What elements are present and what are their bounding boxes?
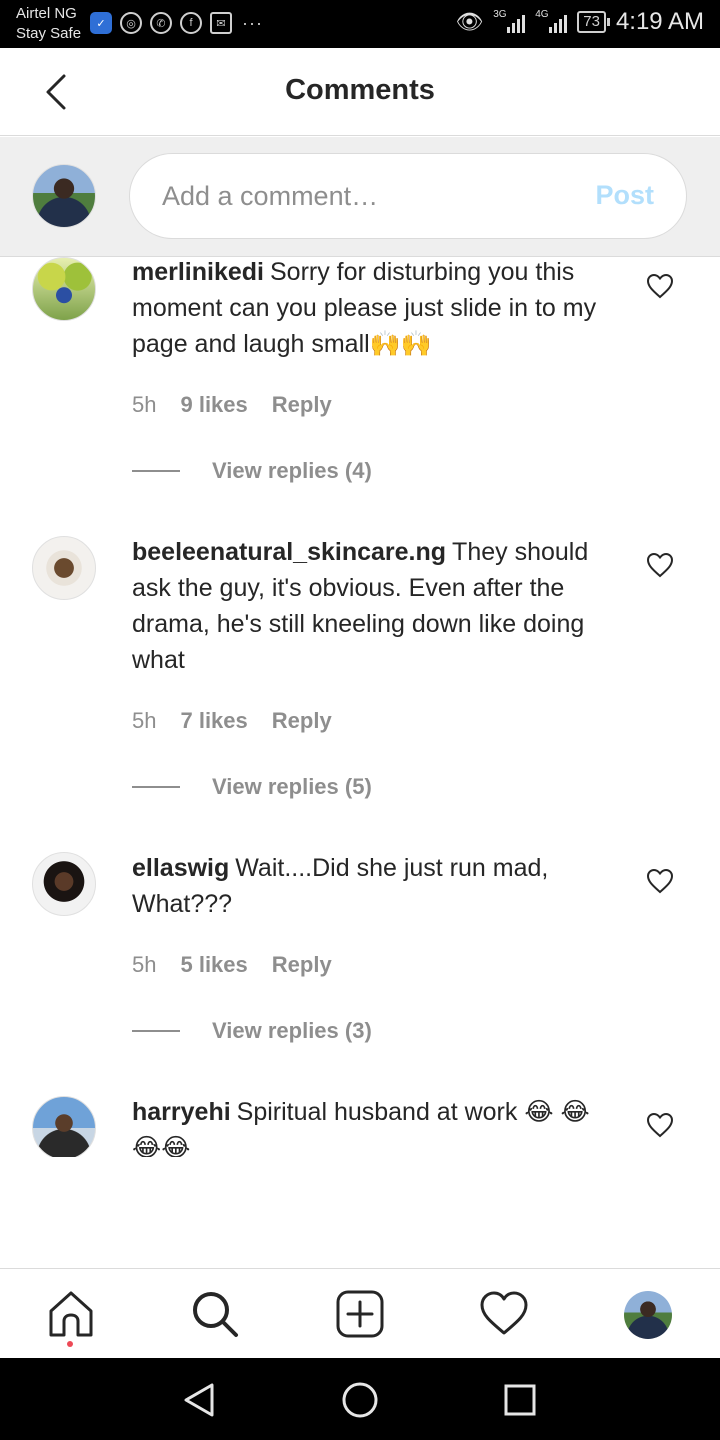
page-title: Comments [285, 74, 435, 106]
carrier-info: Airtel NG Stay Safe [16, 4, 81, 44]
system-recents-icon[interactable] [500, 1380, 540, 1420]
network-type-1: 3G [493, 9, 507, 20]
status-bar: Airtel NG Stay Safe ✓ ◎ ✆ f ✉ ··· 👁 3G 4… [0, 0, 720, 48]
header: Comments [0, 48, 720, 136]
battery-icon: 73 [577, 11, 610, 33]
commenter-avatar[interactable] [32, 1096, 96, 1157]
notification-icons: ✓ ◎ ✆ f ✉ ··· [90, 12, 263, 34]
comments-list[interactable]: merlinikedi Sorry for disturbing you this… [0, 257, 720, 1157]
comment-composer: Post [0, 137, 720, 257]
view-replies-label: View replies (5) [212, 774, 372, 799]
comment-likes[interactable]: 7 likes [180, 708, 247, 734]
commenter-avatar[interactable] [32, 536, 96, 600]
bottom-navigation [0, 1268, 720, 1358]
view-replies-button[interactable]: View replies (3) [132, 1018, 372, 1044]
comment-body: beeleenatural_skincare.ng They should ask… [132, 534, 612, 678]
heart-outline-icon[interactable] [646, 273, 674, 299]
system-home-icon[interactable] [340, 1380, 380, 1420]
comment-username[interactable]: merlinikedi [132, 258, 264, 286]
user-avatar [32, 164, 96, 228]
system-navigation-bar [0, 1358, 720, 1440]
heart-outline-icon[interactable] [646, 1112, 674, 1138]
post-button[interactable]: Post [595, 180, 654, 211]
comment-body: merlinikedi Sorry for disturbing you this… [132, 257, 612, 362]
search-icon [193, 1292, 238, 1337]
signal-icon-1: 3G [493, 9, 526, 33]
comment-meta: 5h 7 likes Reply [132, 708, 332, 734]
comment-likes[interactable]: 5 likes [180, 952, 247, 978]
nav-add-post[interactable] [335, 1289, 385, 1339]
divider-line [132, 470, 180, 472]
shield-icon: ✓ [90, 12, 112, 34]
heart-outline-icon[interactable] [646, 868, 674, 894]
heart-icon [480, 1291, 528, 1335]
comment-username[interactable]: ellaswig [132, 854, 229, 882]
commenter-avatar[interactable] [32, 852, 96, 916]
nav-activity[interactable] [479, 1289, 529, 1339]
notification-dot [67, 1341, 73, 1347]
eye-comfort-icon: 👁 [455, 9, 484, 34]
comment-username[interactable]: harryehi [132, 1098, 231, 1126]
comment-input[interactable] [162, 176, 562, 216]
chrome-icon: ◎ [120, 12, 142, 34]
network-type-2: 4G [535, 9, 549, 20]
divider-line [132, 786, 180, 788]
carrier-name: Airtel NG [16, 5, 77, 22]
comment-meta: 5h 9 likes Reply [132, 392, 332, 418]
comment-time: 5h [132, 392, 157, 417]
facebook-icon: f [180, 12, 202, 34]
comment-body: ellaswig Wait....Did she just run mad, Wh… [132, 850, 612, 922]
reply-button[interactable]: Reply [272, 392, 332, 418]
more-notifications-icon: ··· [242, 12, 263, 33]
comment-body: harryehi Spiritual husband at work 😂 😂😂😂 [132, 1094, 612, 1157]
carrier-sub: Stay Safe [16, 25, 82, 42]
comment-input-container: Post [129, 153, 687, 239]
signal-icon-2: 4G [535, 9, 568, 33]
view-replies-label: View replies (3) [212, 1018, 372, 1043]
whatsapp-icon: ✆ [150, 12, 172, 34]
view-replies-button[interactable]: View replies (4) [132, 458, 372, 484]
heart-outline-icon[interactable] [646, 552, 674, 578]
comment-likes[interactable]: 9 likes [180, 392, 247, 418]
view-replies-button[interactable]: View replies (5) [132, 774, 372, 800]
commenter-avatar[interactable] [32, 257, 96, 321]
comment-time: 5h [132, 708, 157, 733]
mail-icon: ✉ [210, 12, 232, 34]
nav-search[interactable] [190, 1289, 240, 1339]
system-back-icon[interactable] [180, 1380, 220, 1420]
divider-line [132, 1030, 180, 1032]
comment-time: 5h [132, 952, 157, 977]
system-status: 👁 3G 4G 73 4:19 AM [455, 8, 704, 36]
clock: 4:19 AM [615, 8, 704, 35]
reply-button[interactable]: Reply [272, 952, 332, 978]
comment-username[interactable]: beeleenatural_skincare.ng [132, 538, 446, 566]
add-post-icon [336, 1290, 384, 1338]
nav-profile-avatar[interactable] [624, 1291, 672, 1339]
reply-button[interactable]: Reply [272, 708, 332, 734]
nav-home[interactable] [46, 1289, 96, 1339]
comment-meta: 5h 5 likes Reply [132, 952, 332, 978]
home-icon [49, 1291, 93, 1337]
view-replies-label: View replies (4) [212, 458, 372, 483]
